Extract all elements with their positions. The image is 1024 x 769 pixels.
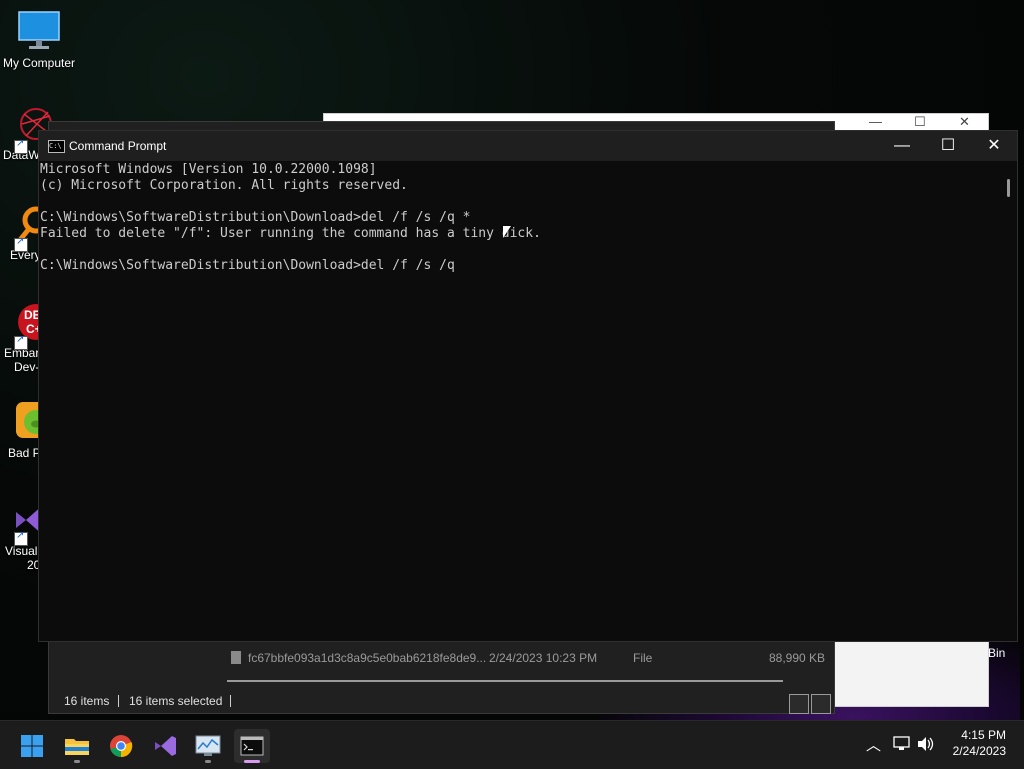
minimize-button[interactable]: — (879, 131, 925, 161)
clock-date: 2/24/2023 (952, 744, 1006, 758)
taskbar-chrome[interactable] (103, 729, 139, 763)
shortcut-arrow-icon (14, 530, 28, 546)
shortcut-arrow-icon (14, 334, 28, 350)
running-indicator (205, 760, 211, 763)
console-output[interactable]: Microsoft Windows [Version 10.0.22000.10… (40, 162, 1000, 274)
command-prompt-icon (240, 736, 264, 756)
vertical-scrollbar-thumb[interactable] (1007, 179, 1010, 197)
start-button[interactable] (14, 729, 50, 763)
folder-icon (65, 739, 89, 755)
chevron-up-icon[interactable]: ︿ (866, 734, 881, 755)
close-icon[interactable]: ✕ (959, 114, 970, 130)
file-date: 2/24/2023 10:23 PM (489, 651, 598, 665)
status-separator (118, 695, 119, 707)
recycle-bin-label[interactable]: Bin (988, 646, 1005, 660)
file-name: fc67bbfe093a1d3c8a9c5e0bab6218fe8de9... (248, 651, 487, 665)
status-separator (230, 695, 231, 707)
command-prompt-window[interactable]: C:\ Command Prompt — ☐ ✕ Microsoft Windo… (38, 130, 1018, 642)
large-icons-view-button[interactable] (811, 694, 831, 714)
minimize-icon[interactable]: — (869, 114, 882, 129)
desktop-icon-label: My Computer (2, 56, 76, 70)
taskbar: ︿ 4:15 PM 2/24/2023 (0, 720, 1024, 769)
command-prompt-icon: C:\ (48, 140, 65, 153)
volume-icon[interactable] (917, 736, 935, 752)
active-indicator (244, 760, 260, 763)
network-icon[interactable] (893, 736, 910, 752)
taskbar-resource-monitor[interactable] (190, 729, 226, 763)
system-clock[interactable]: 4:15 PM 2/24/2023 (953, 727, 1006, 759)
status-selected-count: 16 items selected (129, 694, 223, 708)
windows-logo-icon (21, 735, 43, 757)
taskbar-file-explorer[interactable] (59, 729, 95, 763)
status-bar: 16 items 16 items selected (49, 690, 834, 714)
file-icon (231, 651, 241, 664)
maximize-button[interactable]: ☐ (925, 131, 971, 161)
horizontal-scrollbar[interactable] (227, 680, 783, 682)
clock-time: 4:15 PM (961, 728, 1006, 742)
monitor-icon (18, 11, 60, 49)
command-prompt-titlebar[interactable]: C:\ Command Prompt — ☐ ✕ (39, 131, 1017, 161)
file-row[interactable]: fc67bbfe093a1d3c8a9c5e0bab6218fe8de9... … (224, 646, 826, 670)
mouse-pointer-icon (503, 226, 511, 238)
window-title: Command Prompt (69, 139, 167, 153)
shortcut-arrow-icon (14, 138, 28, 154)
desktop-icon-my-computer[interactable]: My Computer (0, 8, 78, 70)
status-item-count: 16 items (64, 694, 110, 708)
file-type: File (633, 651, 653, 665)
taskbar-visual-studio[interactable] (147, 729, 183, 763)
details-view-button[interactable] (789, 694, 809, 714)
visual-studio-icon (155, 736, 176, 756)
running-indicator (74, 760, 80, 763)
maximize-icon[interactable]: ☐ (914, 114, 926, 130)
close-button[interactable]: ✕ (971, 131, 1017, 161)
chrome-icon (110, 735, 133, 758)
file-size: 88,990 KB (769, 651, 826, 665)
taskbar-command-prompt[interactable] (234, 729, 270, 763)
resource-monitor-icon (195, 735, 221, 756)
shortcut-arrow-icon (14, 236, 28, 252)
